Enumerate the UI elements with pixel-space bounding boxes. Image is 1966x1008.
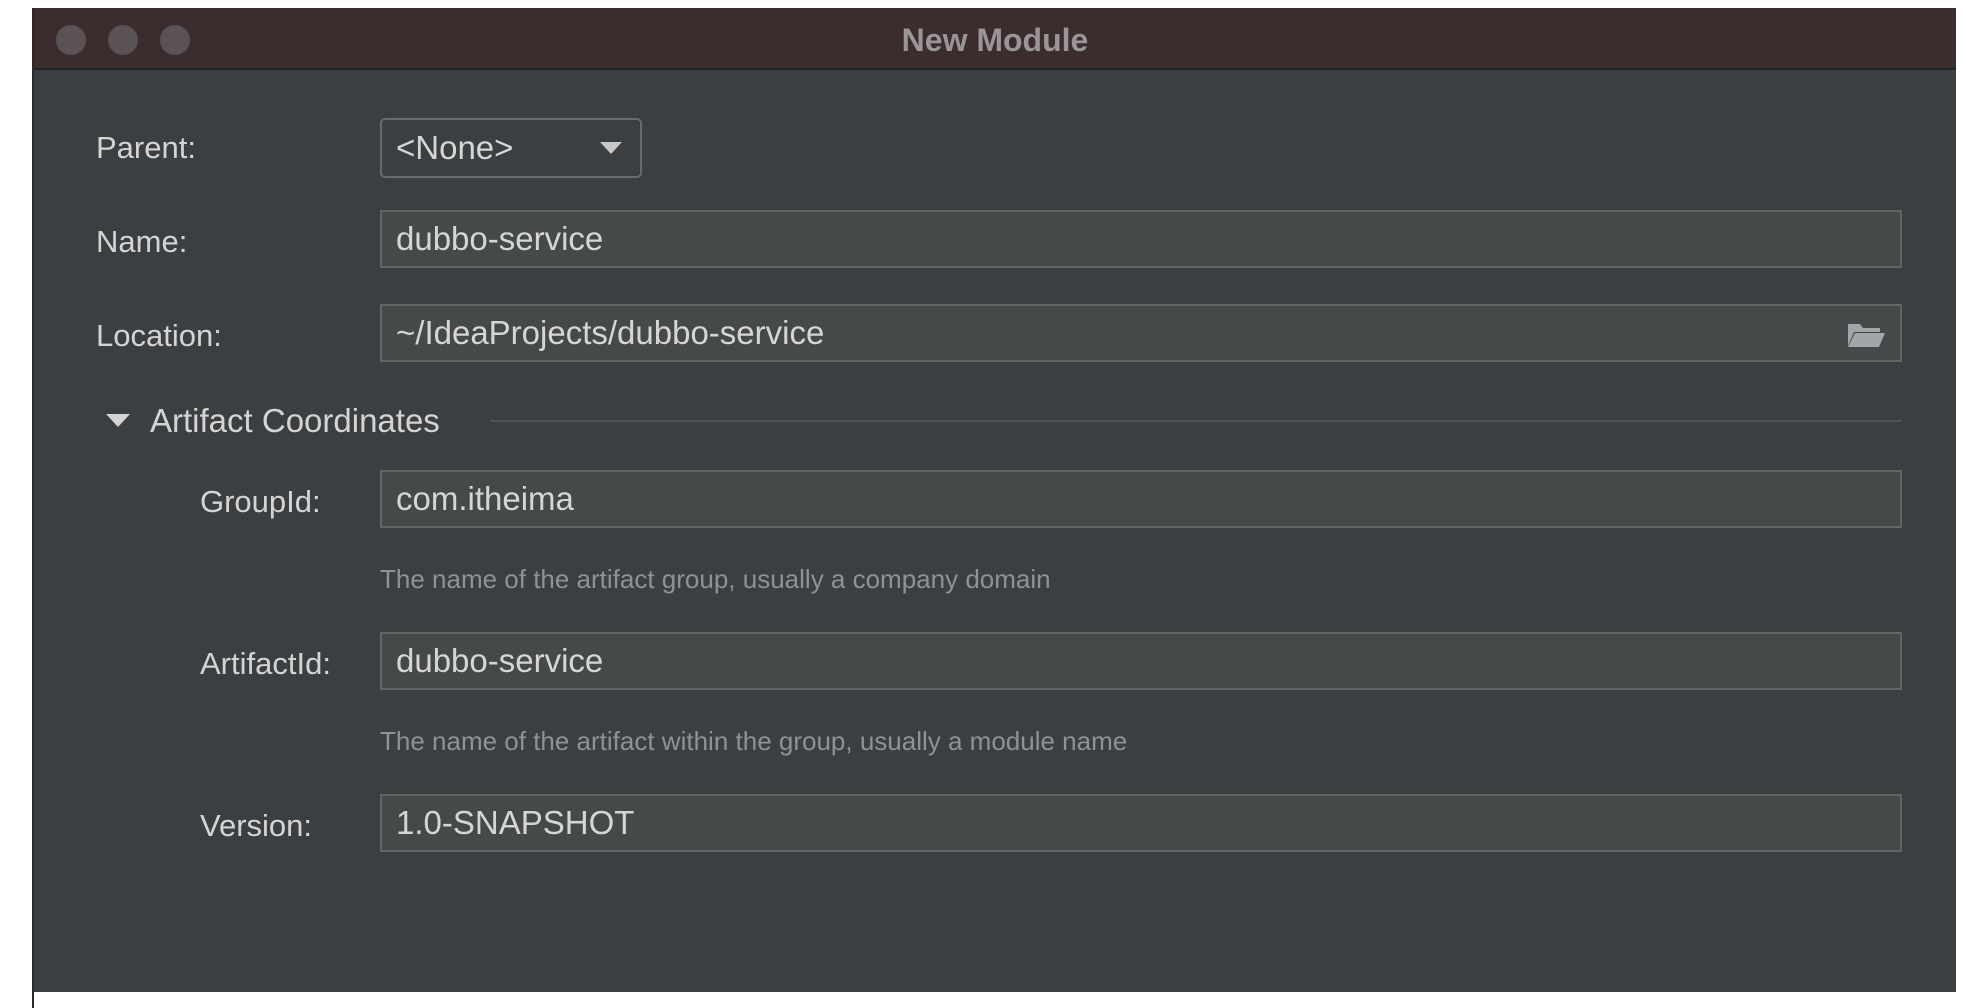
window-title: New Module <box>901 22 1089 58</box>
groupid-label: GroupId: <box>200 484 321 519</box>
version-label: Version: <box>200 808 313 843</box>
version-field[interactable]: 1.0-SNAPSHOT <box>380 794 1902 852</box>
chevron-down-icon <box>600 142 622 154</box>
folder-icon[interactable] <box>1846 320 1886 348</box>
parent-dropdown-value: <None> <box>396 129 514 166</box>
location-label: Location: <box>96 318 222 353</box>
groupid-field[interactable]: com.itheima <box>380 470 1902 528</box>
location-field[interactable]: ~/IdeaProjects/dubbo-service <box>380 304 1902 362</box>
parent-dropdown[interactable]: <None> <box>380 118 642 178</box>
name-field[interactable]: dubbo-service <box>380 210 1902 268</box>
section-divider <box>490 420 1902 422</box>
screenshot-bottom-edge <box>34 992 1956 1008</box>
artifactid-hint: The name of the artifact within the grou… <box>380 726 1128 756</box>
artifactid-field[interactable]: dubbo-service <box>380 632 1902 690</box>
new-module-dialog: New Module Parent: <None> Name: dubbo-se… <box>32 8 1956 1008</box>
version-field-value: 1.0-SNAPSHOT <box>396 804 635 841</box>
parent-label: Parent: <box>96 130 196 165</box>
title-bar: New Module <box>34 8 1956 70</box>
groupid-hint: The name of the artifact group, usually … <box>380 564 1051 594</box>
artifactid-label: ArtifactId: <box>200 646 331 681</box>
triangle-down-icon[interactable] <box>106 414 130 427</box>
name-field-value: dubbo-service <box>396 220 604 257</box>
location-field-value: ~/IdeaProjects/dubbo-service <box>396 314 825 351</box>
artifactid-field-value: dubbo-service <box>396 642 604 679</box>
groupid-field-value: com.itheima <box>396 480 574 517</box>
artifact-coordinates-toggle[interactable]: Artifact Coordinates <box>150 402 440 440</box>
name-label: Name: <box>96 224 188 259</box>
